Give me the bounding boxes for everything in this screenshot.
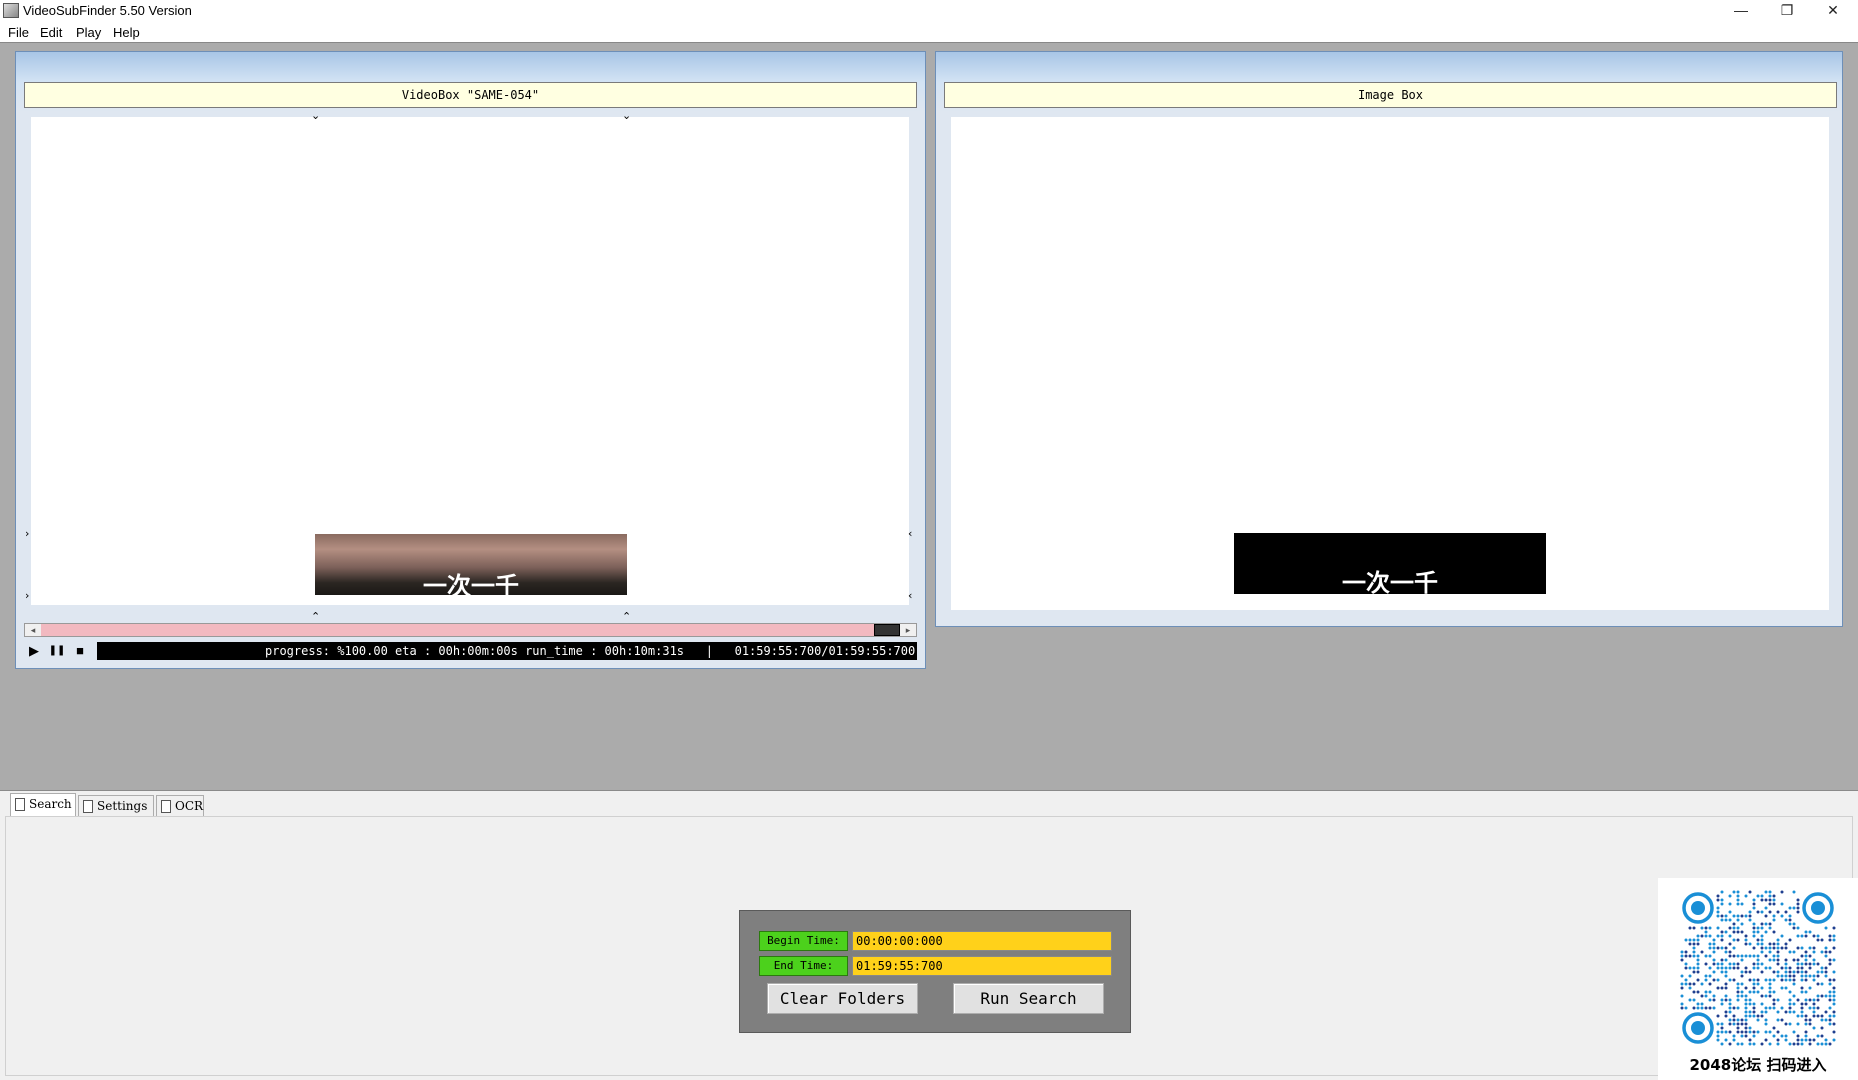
menu-bar: File Edit Play Help [0, 22, 1858, 42]
minimize-button[interactable]: — [1718, 0, 1764, 22]
clear-folders-button[interactable]: Clear Folders [767, 983, 918, 1014]
qr-watermark: 2048论坛 扫码进入 [1658, 878, 1858, 1080]
menu-play[interactable]: Play [76, 25, 101, 40]
qr-caption: 2048论坛 扫码进入 [1689, 1056, 1827, 1074]
image-subtitle-text: 一次一千 [1342, 569, 1438, 594]
video-box-header: VideoBox "SAME-054" [24, 82, 917, 108]
app-icon [3, 3, 19, 18]
menu-help[interactable]: Help [113, 25, 140, 40]
tab-settings-label: Settings [97, 799, 148, 813]
tab-search[interactable]: Search [10, 793, 76, 817]
video-frame-crop: 一次一千 [315, 534, 627, 595]
video-position-scrollbar[interactable]: ◂ ▸ [24, 623, 917, 637]
tab-search-label: Search [29, 797, 72, 811]
restore-button[interactable]: ❐ [1764, 0, 1810, 22]
begin-time-input[interactable]: 00:00:00:000 [852, 931, 1112, 951]
workspace: VideoBox "SAME-054" ⌄ ⌄ ⌃ ⌃ › › ‹ ‹ 一次一千… [0, 42, 1858, 790]
end-time-label: End Time: [759, 956, 848, 976]
video-box-frame: VideoBox "SAME-054" ⌄ ⌄ ⌃ ⌃ › › ‹ ‹ 一次一千… [15, 51, 926, 669]
menu-edit[interactable]: Edit [40, 25, 62, 40]
begin-time-label: Begin Time: [759, 931, 848, 951]
page-icon [15, 798, 25, 811]
video-subtitle-text: 一次一千 [423, 572, 519, 595]
scroll-thumb[interactable] [874, 624, 900, 636]
title-bar: VideoSubFinder 5.50 Version — ❐ ✕ [0, 0, 1858, 22]
tab-ocr-label: OCR [175, 799, 204, 813]
stop-button[interactable]: ■ [71, 642, 89, 660]
tab-settings[interactable]: Settings [78, 795, 154, 817]
crop-marker-top-right[interactable]: ⌄ [622, 110, 631, 121]
image-result-crop: 一次一千 [1234, 533, 1546, 594]
tab-ocr[interactable]: OCR [156, 795, 204, 817]
close-button[interactable]: ✕ [1810, 0, 1856, 22]
image-box-header: Image Box [944, 82, 1837, 108]
image-box-frame: Image Box 一次一千 [935, 51, 1843, 627]
pause-button[interactable]: ❚❚ [48, 642, 66, 660]
page-icon [161, 800, 171, 813]
play-button[interactable]: ▶ [25, 642, 43, 660]
video-canvas[interactable] [31, 117, 909, 605]
window-title: VideoSubFinder 5.50 Version [23, 3, 192, 18]
search-controls: Begin Time: 00:00:00:000 End Time: 01:59… [739, 910, 1131, 1033]
crop-marker-top-left[interactable]: ⌄ [311, 110, 320, 121]
end-time-input[interactable]: 01:59:55:700 [852, 956, 1112, 976]
page-icon [83, 800, 93, 813]
menu-file[interactable]: File [8, 25, 29, 40]
crop-marker-right-upper[interactable]: ‹ [908, 528, 912, 539]
scroll-left-arrow[interactable]: ◂ [25, 624, 41, 636]
progress-status: progress: %100.00 eta : 00h:00m:00s run_… [97, 642, 917, 660]
search-tab-body: Begin Time: 00:00:00:000 End Time: 01:59… [5, 816, 1853, 1076]
bottom-panel: Search Settings OCR Begin Time: 00:00:00… [0, 790, 1858, 1080]
crop-marker-bottom-right[interactable]: ⌃ [622, 611, 631, 622]
crop-marker-bottom-left[interactable]: ⌃ [311, 611, 320, 622]
crop-marker-left-lower[interactable]: › [25, 590, 29, 601]
crop-marker-left-upper[interactable]: › [25, 528, 29, 539]
crop-marker-right-lower[interactable]: ‹ [908, 590, 912, 601]
scroll-right-arrow[interactable]: ▸ [900, 624, 916, 636]
run-search-button[interactable]: Run Search [953, 983, 1104, 1014]
qr-code-icon [1680, 890, 1836, 1046]
